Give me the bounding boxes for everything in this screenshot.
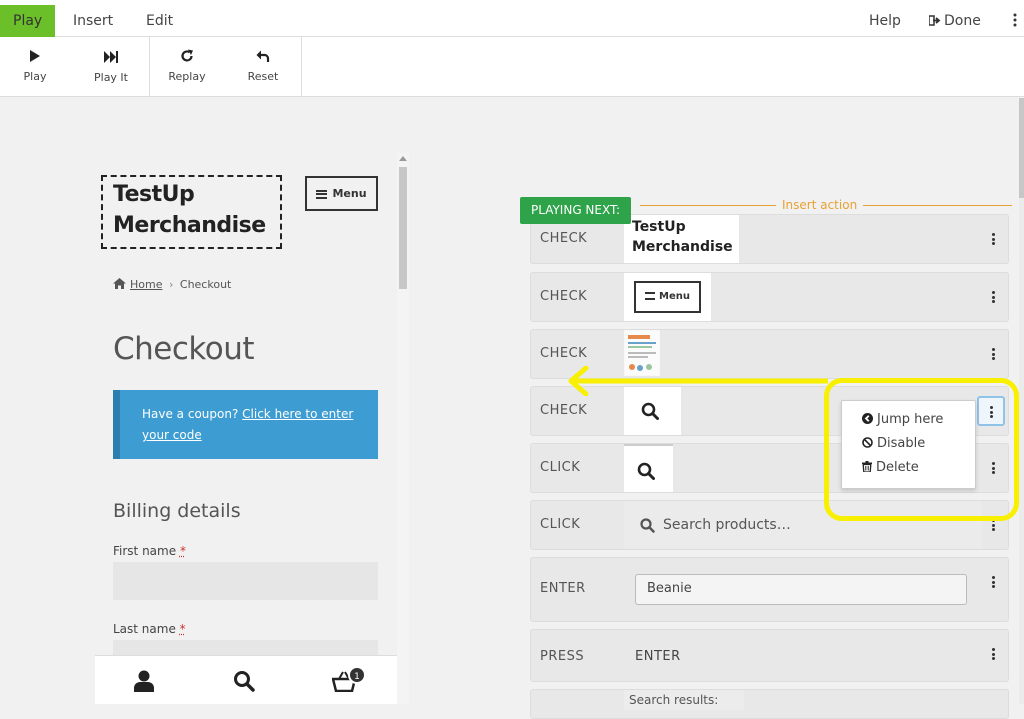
action-target-preview: TestUp Merchandise	[624, 215, 739, 263]
hamburger-icon	[316, 190, 327, 199]
reset-label: Reset	[248, 70, 279, 83]
scroll-thumb[interactable]	[399, 167, 407, 289]
play-button[interactable]: Play	[10, 37, 60, 96]
annotation-arrow	[566, 366, 830, 396]
action-verb: PRESS	[540, 649, 584, 664]
toolbar-divider	[301, 37, 302, 96]
tab-edit[interactable]: Edit	[133, 5, 186, 37]
insert-action-label[interactable]: Insert action	[776, 197, 863, 213]
hamburger-icon	[645, 292, 655, 300]
toolbar: Play Play It Replay Reset	[0, 37, 1024, 97]
home-icon	[113, 278, 126, 289]
playing-next-badge: PLAYING NEXT:	[520, 197, 631, 224]
action-target-preview: Search results:	[624, 690, 744, 710]
row-menu-icon[interactable]	[992, 233, 995, 247]
action-row[interactable]: PRESS ENTER	[530, 629, 1009, 682]
help-link[interactable]: Help	[869, 5, 901, 37]
action-row[interactable]: CHECK Menu	[530, 272, 1009, 322]
page-scrollbar[interactable]	[1019, 98, 1024, 704]
action-verb: ENTER	[540, 581, 586, 596]
done-button[interactable]: Done	[929, 5, 981, 37]
last-name-label-text: Last name	[113, 622, 176, 636]
play-icon	[29, 48, 41, 64]
fast-forward-icon	[104, 49, 118, 65]
menu-button-label: Menu	[332, 187, 366, 200]
play-it-button[interactable]: Play It	[86, 37, 136, 96]
action-verb: CHECK	[540, 346, 587, 361]
search-results-text: Search results:	[629, 693, 718, 707]
breadcrumb: Home › Checkout	[113, 278, 231, 291]
replay-button[interactable]: Replay	[162, 37, 212, 96]
target-text-line1: TestUp	[632, 217, 731, 237]
action-verb: CHECK	[540, 289, 587, 304]
billing-heading: Billing details	[113, 500, 241, 522]
action-verb: CLICK	[540, 460, 580, 475]
action-row[interactable]: ENTER Beanie	[530, 557, 1009, 622]
bottom-nav: 1	[95, 655, 397, 704]
search-icon	[637, 462, 655, 480]
menu-bar: Play Insert Edit Help Done	[0, 0, 1024, 37]
row-menu-icon[interactable]	[992, 576, 995, 590]
play-label: Play	[24, 70, 47, 83]
sign-out-icon	[929, 15, 941, 26]
action-verb: CHECK	[540, 231, 587, 246]
tab-insert[interactable]: Insert	[60, 5, 126, 37]
search-icon[interactable]	[233, 670, 255, 692]
first-name-field[interactable]	[113, 562, 378, 600]
page-title: Checkout	[113, 331, 254, 367]
menu-preview-label: Menu	[659, 291, 690, 302]
toolbar-divider	[149, 37, 150, 96]
site-title-line2: Merchandise	[113, 210, 270, 241]
site-preview: TestUp Merchandise Menu Home › Checkout …	[95, 153, 397, 704]
scroll-thumb[interactable]	[1019, 98, 1024, 198]
required-mark: *	[180, 622, 186, 636]
replay-label: Replay	[168, 70, 205, 83]
scroll-up-arrow[interactable]	[399, 156, 407, 161]
action-verb: CLICK	[540, 517, 580, 532]
user-icon[interactable]	[134, 670, 154, 692]
press-key-value: ENTER	[635, 649, 681, 664]
breadcrumb-separator: ›	[169, 278, 173, 291]
cart-count-badge: 1	[348, 666, 366, 684]
search-icon	[640, 518, 655, 533]
row-menu-icon[interactable]	[992, 348, 995, 362]
more-menu-icon[interactable]	[1013, 5, 1017, 37]
site-title[interactable]: TestUp Merchandise	[101, 175, 282, 249]
breadcrumb-home[interactable]: Home	[130, 278, 162, 291]
breadcrumb-current: Checkout	[180, 278, 231, 291]
highlight-box	[824, 378, 1019, 521]
first-name-label-text: First name	[113, 544, 176, 558]
menu-button-preview: Menu	[634, 281, 701, 313]
first-name-label: First name *	[113, 544, 186, 558]
preview-scrollbar[interactable]	[397, 153, 409, 704]
action-target-preview: Menu	[624, 273, 711, 321]
last-name-label: Last name *	[113, 622, 186, 636]
site-title-line1: TestUp	[113, 179, 270, 210]
play-it-label: Play It	[94, 71, 128, 84]
action-verb: CHECK	[540, 403, 587, 418]
coupon-notice: Have a coupon? Click here to enter your …	[113, 390, 378, 459]
target-text-line2: Merchandise	[632, 237, 731, 257]
undo-icon	[256, 48, 270, 64]
search-products-text: Search products…	[663, 517, 791, 533]
replay-icon	[180, 48, 194, 64]
required-mark: *	[180, 544, 186, 558]
row-menu-icon[interactable]	[992, 519, 995, 533]
action-target-preview	[624, 444, 673, 492]
menu-button[interactable]: Menu	[305, 176, 378, 211]
search-icon	[641, 402, 659, 420]
action-row[interactable]: Search results:	[530, 689, 1009, 719]
row-menu-icon[interactable]	[992, 291, 995, 305]
tab-play[interactable]: Play	[0, 5, 55, 37]
row-menu-icon[interactable]	[992, 648, 995, 662]
coupon-text: Have a coupon?	[142, 407, 238, 421]
reset-button[interactable]: Reset	[238, 37, 288, 96]
done-label: Done	[944, 13, 981, 29]
enter-value-input[interactable]: Beanie	[635, 574, 967, 605]
